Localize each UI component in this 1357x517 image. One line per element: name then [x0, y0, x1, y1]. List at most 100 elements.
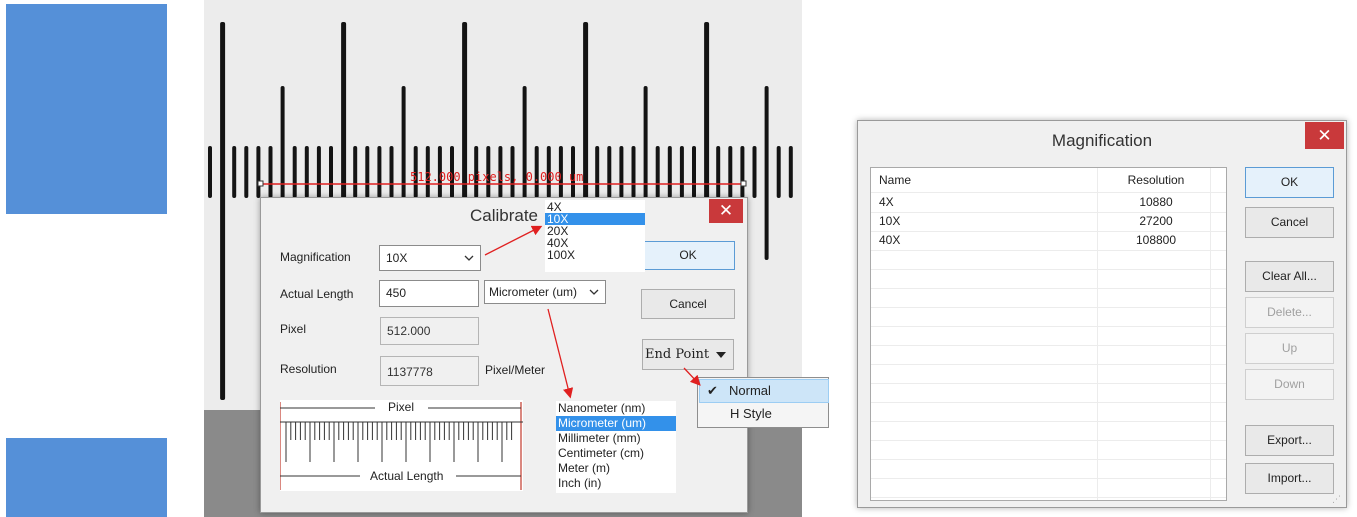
close-icon: ✕	[718, 201, 734, 220]
empty-table-row	[871, 421, 1226, 441]
end-point-option-h-style[interactable]: H Style	[699, 403, 827, 425]
ruler-tick	[764, 86, 769, 260]
column-header-name: Name	[879, 173, 912, 187]
row-resolution: 10880	[1139, 195, 1173, 209]
calibration-diagram: Pixel Actual Length	[279, 400, 523, 491]
row-resolution: 108800	[1135, 233, 1177, 247]
magnification-dropdown[interactable]: 4X 10X 20X 40X 100X	[545, 200, 645, 272]
actual-length-label: Actual Length	[280, 287, 354, 301]
magnification-label: Magnification	[280, 250, 351, 264]
unit-option[interactable]: Meter (m)	[556, 461, 676, 476]
up-button[interactable]: Up	[1245, 333, 1334, 364]
import-button[interactable]: Import...	[1245, 463, 1334, 494]
ruler-tick	[728, 146, 733, 198]
magnification-table[interactable]: Name Resolution 4X 10880 10X 27200 40X 108800	[870, 167, 1227, 501]
table-row[interactable]: 4X 10880	[871, 193, 1226, 213]
actual-length-value: 450	[386, 286, 407, 300]
diagram-actual-length-label: Actual Length	[370, 469, 444, 483]
chevron-down-icon	[464, 246, 474, 279]
down-button[interactable]: Down	[1245, 369, 1334, 400]
ruler-tick	[329, 146, 333, 198]
unit-option[interactable]: Nanometer (nm)	[556, 401, 676, 416]
magnification-option[interactable]: 100X	[545, 249, 645, 261]
actual-length-input[interactable]: 450	[379, 280, 479, 307]
export-button[interactable]: Export...	[1245, 425, 1334, 456]
magnification-value: 10X	[386, 251, 408, 265]
empty-table-row	[871, 364, 1226, 384]
ruler-tick	[619, 146, 624, 198]
ruler-tick	[316, 146, 321, 198]
ruler-tick	[389, 146, 394, 198]
column-header-resolution: Resolution	[1127, 173, 1185, 187]
pixel-value: 512.000	[387, 324, 431, 338]
unit-option[interactable]: Micrometer (um)	[556, 416, 676, 431]
magnification-ok-button[interactable]: OK	[1245, 167, 1334, 198]
empty-table-row	[871, 459, 1226, 479]
import-label: Import...	[1267, 471, 1312, 485]
ruler-tick	[788, 146, 793, 198]
empty-table-row	[871, 478, 1226, 498]
empty-table-row	[871, 402, 1226, 422]
resize-grip-icon[interactable]: ⋰	[1332, 493, 1344, 505]
empty-table-row	[871, 345, 1226, 365]
cancel-label: Cancel	[1270, 215, 1309, 229]
ruler-tick	[244, 146, 249, 198]
ruler-tick	[740, 146, 745, 198]
ruler-tick	[256, 146, 261, 198]
up-label: Up	[1281, 341, 1298, 355]
end-point-button[interactable]: End Point	[642, 339, 734, 370]
ruler-tick	[692, 146, 696, 198]
magnification-cancel-button[interactable]: Cancel	[1245, 207, 1334, 238]
calibrate-close-button[interactable]: ✕	[709, 199, 743, 223]
empty-table-row	[871, 383, 1226, 403]
close-icon: ✕	[1317, 126, 1332, 145]
end-point-option-normal[interactable]: ✔ Normal	[699, 379, 829, 403]
measure-label: 512.000 pixels, 0.000 um	[410, 170, 584, 184]
ruler-tick	[595, 146, 600, 198]
pixel-field: 512.000	[380, 317, 479, 345]
pixel-label: Pixel	[280, 322, 307, 336]
ruler-tick	[304, 146, 309, 198]
ok-label: OK	[679, 248, 697, 262]
delete-button[interactable]: Delete...	[1245, 297, 1334, 328]
down-label: Down	[1274, 377, 1305, 391]
empty-table-row	[871, 307, 1226, 327]
unit-option[interactable]: Centimeter (cm)	[556, 446, 676, 461]
calibrate-cancel-button[interactable]: Cancel	[641, 289, 735, 319]
ok-label: OK	[1280, 175, 1299, 189]
measure-handle-start	[257, 180, 264, 187]
row-name: 10X	[879, 214, 901, 228]
unit-option[interactable]: Millimeter (mm)	[556, 431, 676, 446]
checkmark-icon: ✔	[707, 383, 718, 398]
table-row[interactable]: 40X 108800	[871, 231, 1226, 251]
calibrate-ok-button[interactable]: OK	[641, 241, 735, 270]
export-label: Export...	[1267, 433, 1312, 447]
ruler-tick	[377, 146, 382, 198]
ruler-tick	[353, 146, 358, 198]
magnification-close-button[interactable]: ✕	[1305, 122, 1344, 149]
resolution-value: 1137778	[387, 365, 433, 379]
clear-all-button[interactable]: Clear All...	[1245, 261, 1334, 292]
ruler-tick	[268, 146, 273, 198]
ruler-tick	[667, 146, 672, 198]
table-row[interactable]: 10X 27200	[871, 212, 1226, 232]
ruler-tick	[607, 146, 612, 198]
sidebar-block-top	[6, 4, 167, 214]
unit-dropdown[interactable]: Nanometer (nm) Micrometer (um) Millimeter …	[556, 401, 676, 493]
ruler-tick	[208, 146, 212, 198]
unit-select[interactable]: Micrometer (um)	[484, 280, 606, 304]
magnification-select[interactable]: 10X	[379, 245, 481, 271]
unit-option[interactable]: Inch (in)	[556, 476, 676, 491]
row-resolution: 27200	[1139, 214, 1173, 228]
magnification-dialog: Magnification ✕ Name Resolution 4X 10880 1…	[857, 120, 1347, 508]
empty-table-row	[871, 288, 1226, 308]
row-name: 40X	[879, 233, 901, 247]
empty-table-row	[871, 269, 1226, 289]
ruler-tick	[679, 146, 684, 198]
end-point-menu: ✔ Normal H Style	[697, 377, 829, 428]
ruler-tick	[365, 146, 370, 198]
ruler-tick	[655, 146, 660, 198]
delete-label: Delete...	[1267, 305, 1312, 319]
ruler-tick	[232, 146, 237, 198]
ruler-tick	[292, 146, 297, 198]
